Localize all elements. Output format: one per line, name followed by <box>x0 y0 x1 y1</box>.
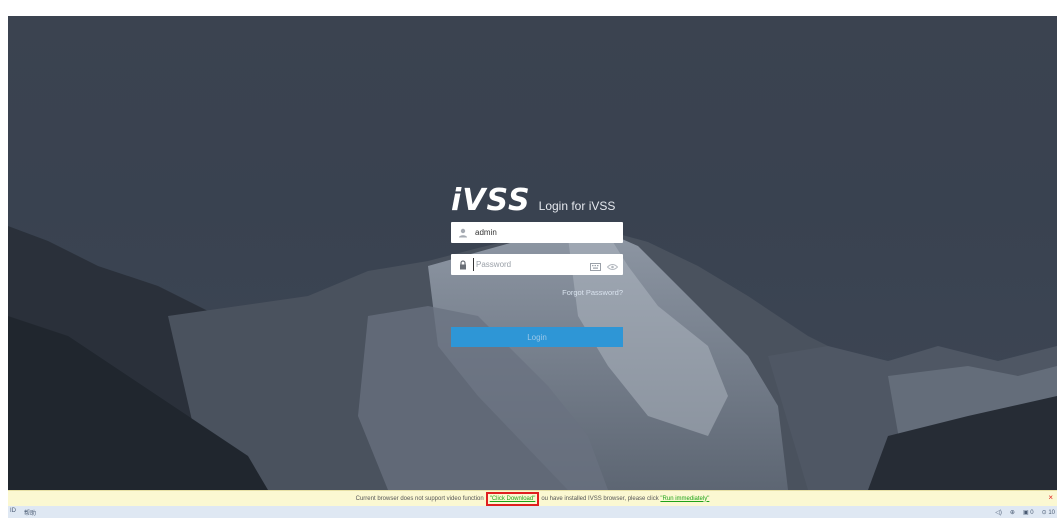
password-field[interactable] <box>451 254 623 275</box>
download-highlight: "Click Download" <box>485 491 540 506</box>
close-icon[interactable]: × <box>1048 493 1053 502</box>
click-download-link[interactable]: "Click Download" <box>490 496 536 502</box>
browser-notice-bar: Current browser does not support video f… <box>8 490 1057 506</box>
tray-counter-a[interactable]: ▣ 0 <box>1023 509 1034 516</box>
login-background: iVSS Login for iVSS admin Forgot Passwor… <box>8 16 1057 490</box>
network-icon[interactable]: ⊕ <box>1010 509 1015 516</box>
password-input[interactable] <box>473 258 578 271</box>
tray-counter-b[interactable]: ⊙ 10 <box>1042 509 1055 516</box>
username-value: admin <box>475 228 497 237</box>
taskbar: ID 帮助 ◁) ⊕ ▣ 0 ⊙ 10 <box>8 506 1057 518</box>
user-icon <box>457 227 469 239</box>
login-caption: Login for iVSS <box>538 199 616 213</box>
notice-text-middle: ou have installed IVSS browser, please c… <box>541 495 659 502</box>
keyboard-icon[interactable] <box>590 258 601 276</box>
taskbar-item-help[interactable]: 帮助 <box>24 508 36 517</box>
login-panel: iVSS Login for iVSS admin Forgot Passwor… <box>451 183 623 347</box>
lock-icon <box>457 259 469 271</box>
forgot-password-link[interactable]: Forgot Password? <box>562 288 623 297</box>
ivss-logo: iVSS <box>451 183 531 218</box>
mountain-background <box>8 226 1057 490</box>
notice-text-start: Current browser does not support video f… <box>355 495 484 502</box>
login-button[interactable]: Login <box>451 327 623 347</box>
volume-icon[interactable]: ◁) <box>995 509 1002 516</box>
eye-icon[interactable] <box>606 258 619 276</box>
run-immediately-link[interactable]: "Run immediately" <box>660 496 709 502</box>
username-field[interactable]: admin <box>451 222 623 243</box>
taskbar-item-id[interactable]: ID <box>10 508 16 517</box>
